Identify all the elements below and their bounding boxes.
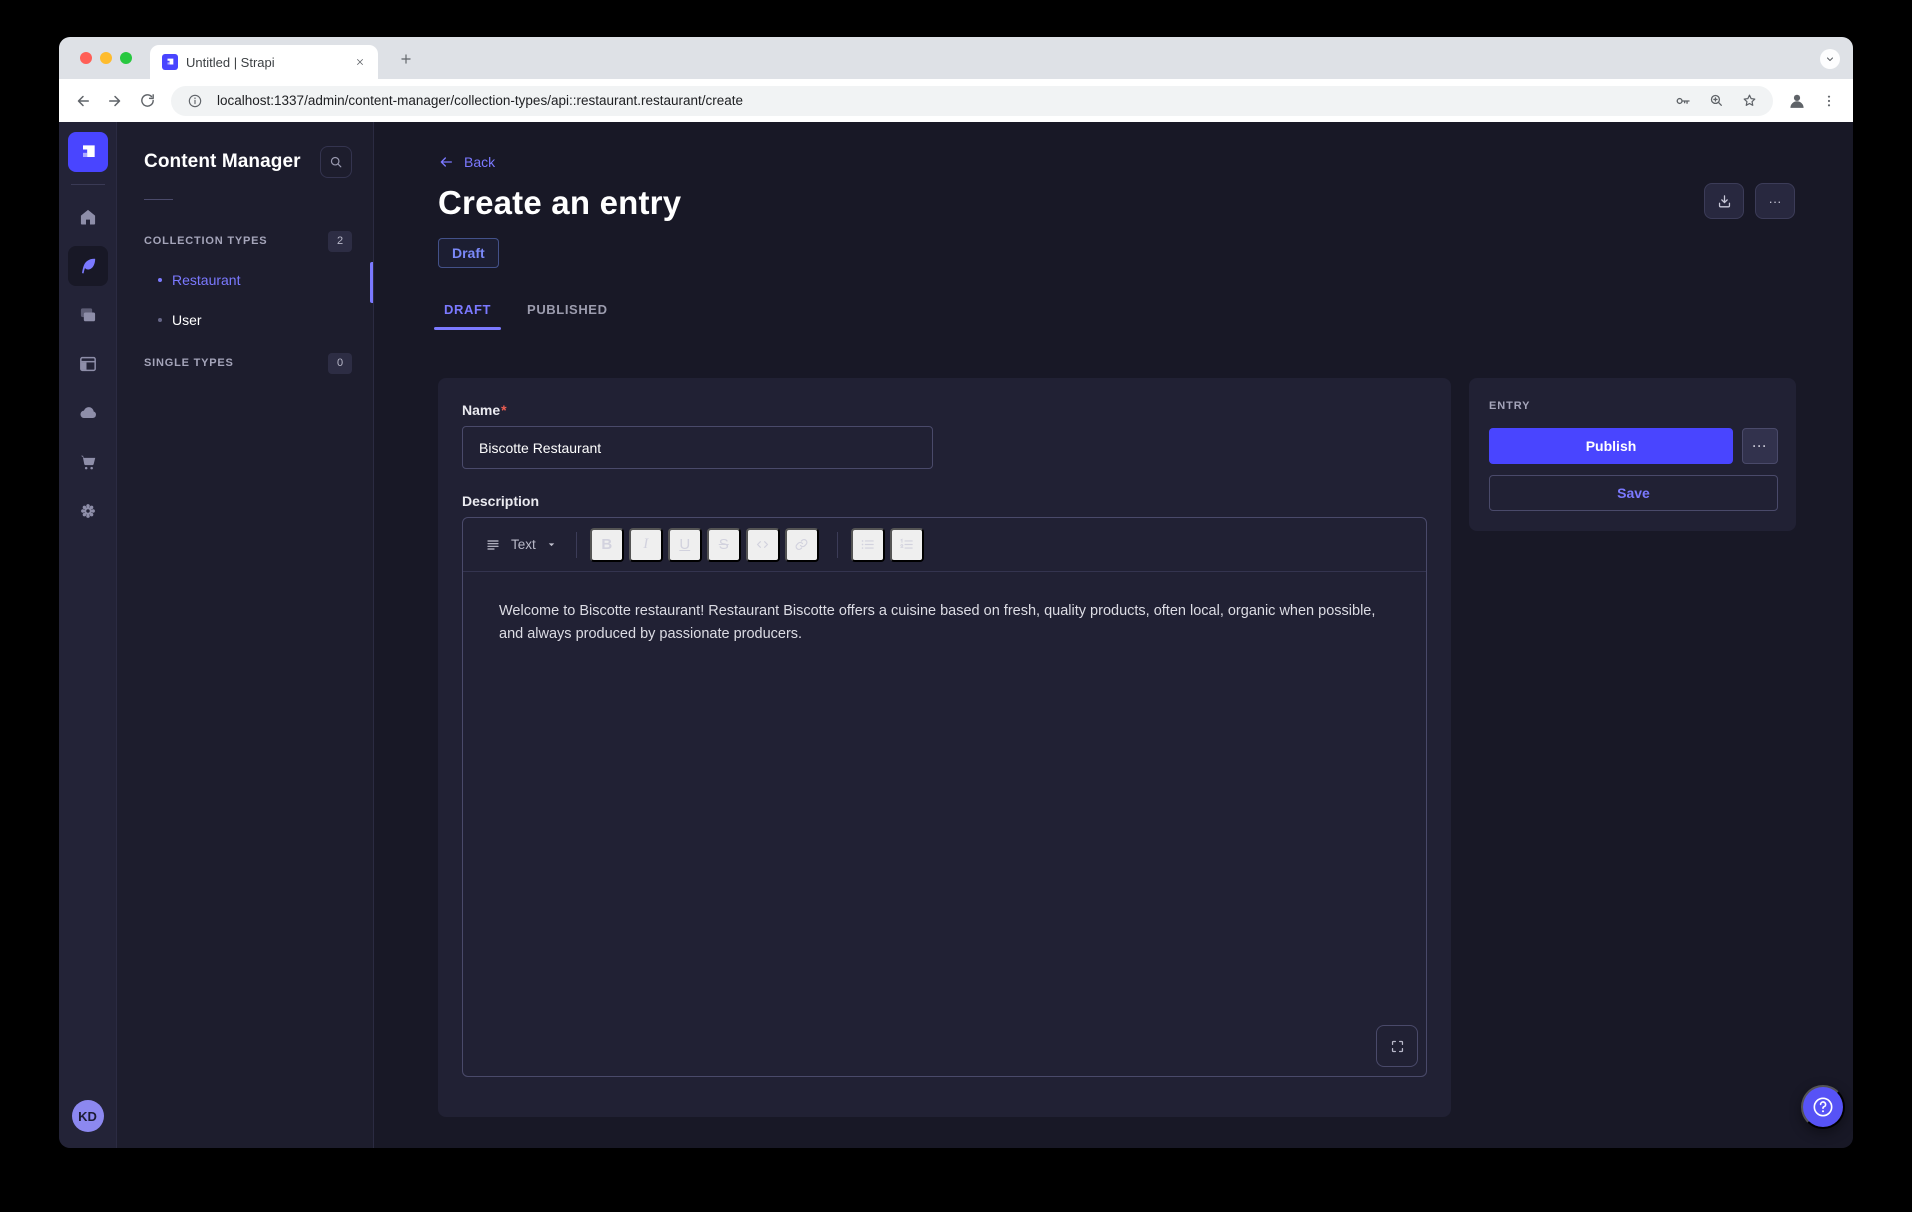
nav-home-icon[interactable] [68,197,108,237]
bullet-icon [158,318,162,322]
nav-marketplace-icon[interactable] [68,442,108,482]
content-manager-subnav: Content Manager COLLECTION TYPES 2 Resta… [117,122,374,1148]
italic-button[interactable]: I [629,528,663,562]
back-link[interactable]: Back [438,152,1796,172]
toolbar-divider [837,532,838,558]
underline-button[interactable]: U [668,528,702,562]
expand-editor-button[interactable] [1376,1025,1418,1067]
toolbar-divider [576,532,577,558]
help-button[interactable] [1801,1085,1845,1129]
required-asterisk: * [501,402,506,418]
browser-toolbar: localhost:1337/admin/content-manager/col… [59,79,1853,122]
new-tab-button[interactable] [395,48,417,70]
password-key-icon[interactable] [1672,90,1694,112]
nav-media-library-icon[interactable] [68,295,108,335]
single-types-label: SINGLE TYPES [144,357,234,369]
entry-form-card: Name* Description Text B [438,378,1451,1117]
bullet-icon [158,278,162,282]
publish-button[interactable]: Publish [1489,428,1733,464]
subnav-divider [144,199,173,200]
browser-tab[interactable]: Untitled | Strapi [150,45,378,79]
editor-text[interactable]: Welcome to Biscotte restaurant! Restaura… [499,603,1375,642]
editor-content[interactable]: Welcome to Biscotte restaurant! Restaura… [463,572,1426,1076]
nav-content-type-builder-icon[interactable] [68,344,108,384]
chevron-down-icon [546,539,557,550]
code-button[interactable] [746,528,780,562]
description-field-label: Description [462,493,1427,509]
save-button[interactable]: Save [1489,475,1778,511]
fullscreen-window-button[interactable] [120,52,132,64]
single-types-count-badge: 0 [328,353,352,374]
bullet-list-button[interactable] [851,528,885,562]
browser-window: Untitled | Strapi localhost:1337/admin/c… [59,37,1853,1148]
page-title: Create an entry [438,184,1796,222]
sidebar-item-label: User [172,312,202,328]
tab-close-icon[interactable] [352,54,368,70]
site-info-icon[interactable] [184,90,206,112]
collection-types-label: COLLECTION TYPES [144,235,267,247]
block-type-select[interactable]: Text [479,527,563,563]
back-nav-icon[interactable] [69,87,97,115]
user-avatar[interactable]: KD [72,1100,104,1132]
strikethrough-button[interactable]: S [707,528,741,562]
link-button[interactable] [785,528,819,562]
url-text[interactable]: localhost:1337/admin/content-manager/col… [217,93,1661,108]
collection-types-count-badge: 2 [328,231,352,252]
nav-settings-icon[interactable] [68,491,108,531]
browser-menu-icon[interactable] [1815,87,1843,115]
close-window-button[interactable] [80,52,92,64]
rich-text-editor: Text B I U S [462,517,1427,1077]
browser-tabstrip: Untitled | Strapi [59,37,1853,79]
bold-button[interactable]: B [590,528,624,562]
nav-content-manager-icon[interactable] [68,246,108,286]
sidebar-item-user[interactable]: User [144,300,352,340]
nav-divider [71,184,105,185]
export-entry-button[interactable] [1704,183,1744,219]
block-type-value: Text [511,537,536,552]
subnav-title: Content Manager [144,151,301,173]
editor-toolbar: Text B I U S [463,518,1426,572]
zoom-icon[interactable] [1705,90,1727,112]
strapi-logo[interactable] [68,132,108,172]
status-badge: Draft [438,238,499,268]
nav-cloud-icon[interactable] [68,393,108,433]
forward-nav-icon[interactable] [101,87,129,115]
back-label[interactable]: Back [464,154,495,170]
main-content: ··· Back Create an entry Draft DRAFT PUB… [374,122,1853,1148]
bookmark-star-icon[interactable] [1738,90,1760,112]
arrow-left-icon [438,154,454,170]
single-types-header: SINGLE TYPES 0 [144,352,352,374]
browser-profile-icon[interactable] [1783,87,1811,115]
strapi-favicon-icon [162,54,178,70]
tab-title: Untitled | Strapi [186,55,344,70]
sidebar-item-label: Restaurant [172,272,240,288]
version-tabs: DRAFT PUBLISHED [438,292,1796,330]
tab-published[interactable]: PUBLISHED [521,292,614,330]
sidebar-item-restaurant[interactable]: Restaurant [144,260,352,300]
minimize-window-button[interactable] [100,52,112,64]
reload-icon[interactable] [133,87,161,115]
name-field-label: Name* [462,402,1427,418]
window-controls [80,52,132,64]
entry-more-button[interactable]: ··· [1742,428,1778,464]
collection-types-header: COLLECTION TYPES 2 [144,230,352,252]
paragraph-icon [485,537,501,553]
strapi-app: KD Content Manager COLLECTION TYPES 2 Re… [59,122,1853,1148]
tab-draft[interactable]: DRAFT [438,292,497,330]
active-item-indicator [370,262,373,303]
numbered-list-button[interactable] [890,528,924,562]
question-mark-icon [1810,1094,1836,1120]
entry-panel: ENTRY Publish ··· Save [1469,378,1796,531]
more-actions-button[interactable]: ··· [1755,183,1795,219]
search-button[interactable] [320,146,352,178]
name-input[interactable] [462,426,933,469]
main-nav-rail: KD [59,122,117,1148]
entry-panel-title: ENTRY [1489,400,1778,412]
url-bar[interactable]: localhost:1337/admin/content-manager/col… [171,86,1773,116]
tab-search-chevron-icon[interactable] [1820,49,1840,69]
